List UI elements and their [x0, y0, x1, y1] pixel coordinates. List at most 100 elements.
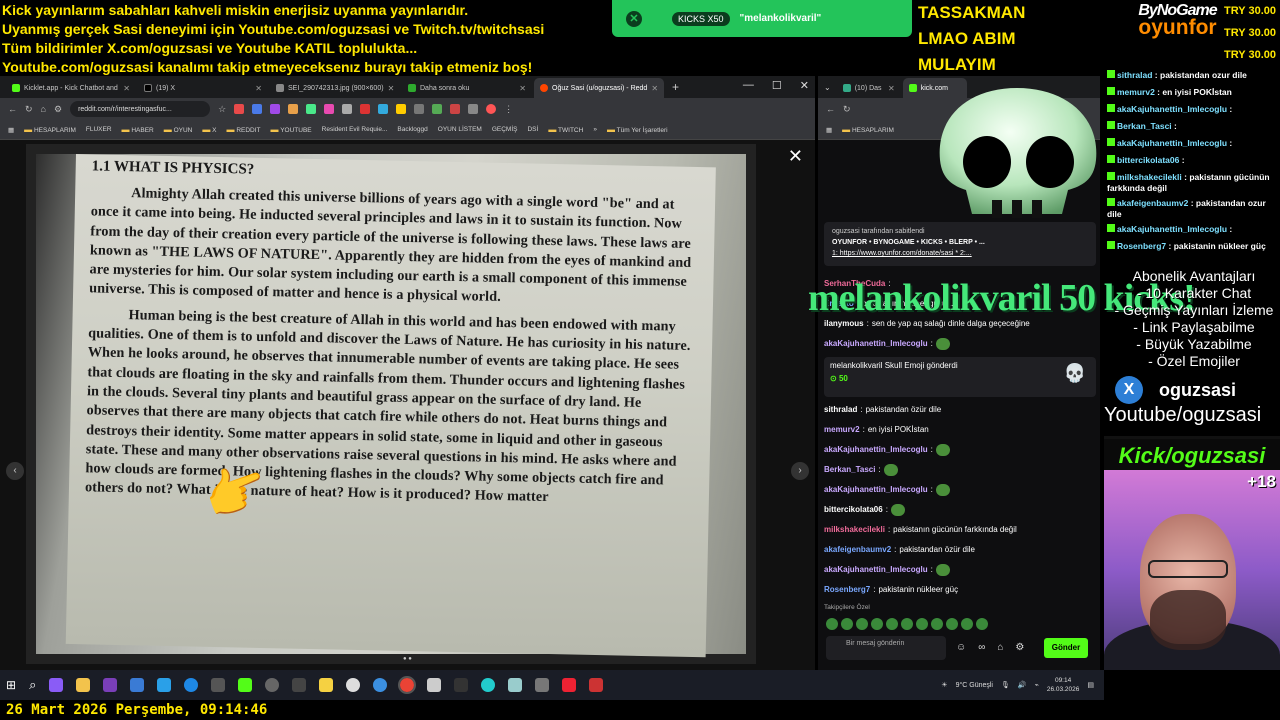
tab-list-icon[interactable]: ⌄ [824, 83, 831, 92]
chat-message-input[interactable]: Bir mesaj gönderin [826, 636, 946, 660]
camera-icon[interactable] [211, 678, 226, 692]
chat-username[interactable]: Rosenberg7 [824, 584, 870, 596]
search-icon[interactable]: ⌕ [29, 677, 36, 693]
next-image-button[interactable]: › [791, 462, 809, 480]
extension-icon[interactable] [450, 104, 461, 114]
reload-icon[interactable]: ↻ [25, 104, 33, 115]
close-window-icon[interactable]: ✕ [800, 79, 809, 92]
extension-icon[interactable] [324, 104, 335, 114]
app-icon[interactable] [535, 678, 550, 692]
app-icon[interactable] [427, 678, 442, 692]
chat-username[interactable]: bittercikolata06 [824, 504, 883, 516]
bookmark-haber[interactable]: ▬ HABER [122, 125, 154, 134]
gift-user[interactable]: melankolikvaril [830, 361, 882, 370]
app-icon[interactable] [157, 678, 172, 692]
close-tab-icon[interactable]: ✕ [651, 84, 658, 93]
notifications-icon[interactable]: ▤ [1087, 681, 1094, 689]
close-tab-icon[interactable]: ✕ [388, 84, 395, 93]
start-icon[interactable]: ⊞ [6, 678, 16, 692]
menu-icon[interactable]: ⋮ [504, 104, 513, 115]
bookmark-oyun-listem[interactable]: OYUN LİSTEM [438, 126, 482, 133]
app-icon[interactable] [292, 678, 307, 692]
app-icon[interactable] [130, 678, 145, 692]
extension-icon[interactable] [252, 104, 263, 114]
back-icon[interactable]: ← [826, 104, 835, 114]
more-bookmarks-icon[interactable]: » [593, 126, 597, 133]
onenote-icon[interactable] [103, 678, 118, 692]
chrome-icon[interactable] [398, 676, 417, 694]
extension-icon[interactable] [306, 104, 317, 114]
app-icon[interactable] [346, 678, 361, 692]
extension-icon[interactable] [342, 104, 353, 114]
bookmark-resident-evil[interactable]: Resident Evil Requie... [322, 126, 388, 133]
chat-username[interactable]: akaKajuhanettin_Imlecoglu [824, 444, 928, 456]
notes-icon[interactable] [319, 678, 334, 692]
close-tab-icon[interactable]: ✕ [255, 84, 262, 93]
send-button[interactable]: Gönder [1044, 638, 1088, 658]
emote-icon[interactable] [946, 618, 958, 630]
bookmark-dsi[interactable]: DSİ [527, 126, 538, 133]
chat-username[interactable]: milkshakecilekli [824, 524, 885, 536]
previous-image-button[interactable]: ‹ [6, 462, 24, 480]
tab-image[interactable]: SEI_290742313.jpg (900×600) ✕ [270, 78, 400, 98]
bookmark-star-icon[interactable]: ☆ [218, 104, 226, 115]
extension-icon[interactable] [270, 104, 281, 114]
pen-app-icon[interactable] [49, 678, 64, 692]
bookmark-hesaplarim[interactable]: ▬ HESAPLARIM [24, 125, 76, 134]
bookmark-hesaplarim[interactable]: ▬ HESAPLARIM [842, 125, 894, 134]
extension-icon[interactable] [360, 104, 371, 114]
chat-username[interactable]: Berkan_Tasci [824, 464, 875, 476]
weather-text[interactable]: 9°C Güneşli [956, 682, 993, 689]
emote-icon[interactable] [961, 618, 973, 630]
back-icon[interactable]: ← [8, 104, 17, 114]
emote-icon[interactable] [976, 618, 988, 630]
close-viewer-icon[interactable]: ✕ [788, 146, 803, 167]
app-icon[interactable] [508, 678, 523, 692]
chat-username[interactable]: akafeigenbaumv2 [824, 544, 891, 556]
app-icon[interactable] [481, 678, 496, 692]
bookmark-twitch[interactable]: ▬ TWITCH [548, 125, 583, 134]
extension-icon[interactable] [468, 104, 479, 114]
kicks-icon[interactable]: ∞ [978, 642, 985, 653]
extension-icon[interactable] [234, 104, 245, 114]
minimize-icon[interactable]: — [743, 79, 754, 92]
bookmark-gecmis[interactable]: GEÇMİŞ [492, 126, 518, 133]
bookmark-oyun[interactable]: ▬ OYUN [164, 125, 193, 134]
reload-icon[interactable]: ↻ [843, 104, 851, 115]
extension-icon[interactable] [414, 104, 425, 114]
close-tab-icon[interactable]: ✕ [888, 84, 895, 93]
url-bar[interactable]: reddit.com/r/interestingasfuc... [70, 101, 211, 117]
chat-username[interactable]: akaKajuhanettin_Imlecoglu [824, 484, 928, 496]
settings-icon[interactable]: ⚙ [1015, 642, 1024, 653]
close-tab-icon[interactable]: ✕ [519, 84, 526, 93]
file-explorer-icon[interactable] [76, 678, 91, 692]
chat-username[interactable]: sithralad [824, 404, 857, 416]
app-icon[interactable] [373, 678, 388, 692]
emote-icon[interactable] [826, 618, 838, 630]
emote-icon[interactable] [931, 618, 943, 630]
chat-username[interactable]: akaKajuhanettin_Imlecoglu [824, 338, 928, 350]
pinned-link[interactable]: 1: https://www.oyunfor.com/donate/sasi *… [832, 248, 1088, 259]
volume-icon[interactable]: 🔊 [1018, 681, 1027, 689]
app-icon[interactable] [265, 678, 280, 692]
bookmark-backloggd[interactable]: Backloggd [397, 126, 427, 133]
extension-icon[interactable] [432, 104, 443, 114]
chat-username[interactable]: memurv2 [824, 424, 860, 436]
all-bookmarks[interactable]: ▬ Tüm Yer İşaretleri [607, 125, 668, 134]
emote-icon[interactable] [916, 618, 928, 630]
vivaldi-icon[interactable] [562, 678, 577, 692]
tab-read-later[interactable]: Daha sonra oku ✕ [402, 78, 532, 98]
extension-icon[interactable] [396, 104, 407, 114]
app-icon[interactable] [454, 678, 469, 692]
mic-icon[interactable]: 🎙 [1001, 681, 1010, 689]
emoji-icon[interactable]: ☺ [956, 642, 966, 653]
close-tab-icon[interactable]: ✕ [123, 84, 130, 93]
extension-icon[interactable] [288, 104, 299, 114]
bookmark-x[interactable]: ▬ X [202, 125, 216, 134]
emote-icon[interactable] [886, 618, 898, 630]
weather-icon[interactable]: ☀ [941, 681, 947, 689]
emote-icon[interactable] [841, 618, 853, 630]
apps-grid-icon[interactable]: ▦ [8, 126, 14, 134]
maximize-icon[interactable]: ☐ [772, 79, 782, 92]
book-page-photo[interactable]: 1.1 WHAT IS PHYSICS? Almighty Allah crea… [26, 144, 756, 664]
